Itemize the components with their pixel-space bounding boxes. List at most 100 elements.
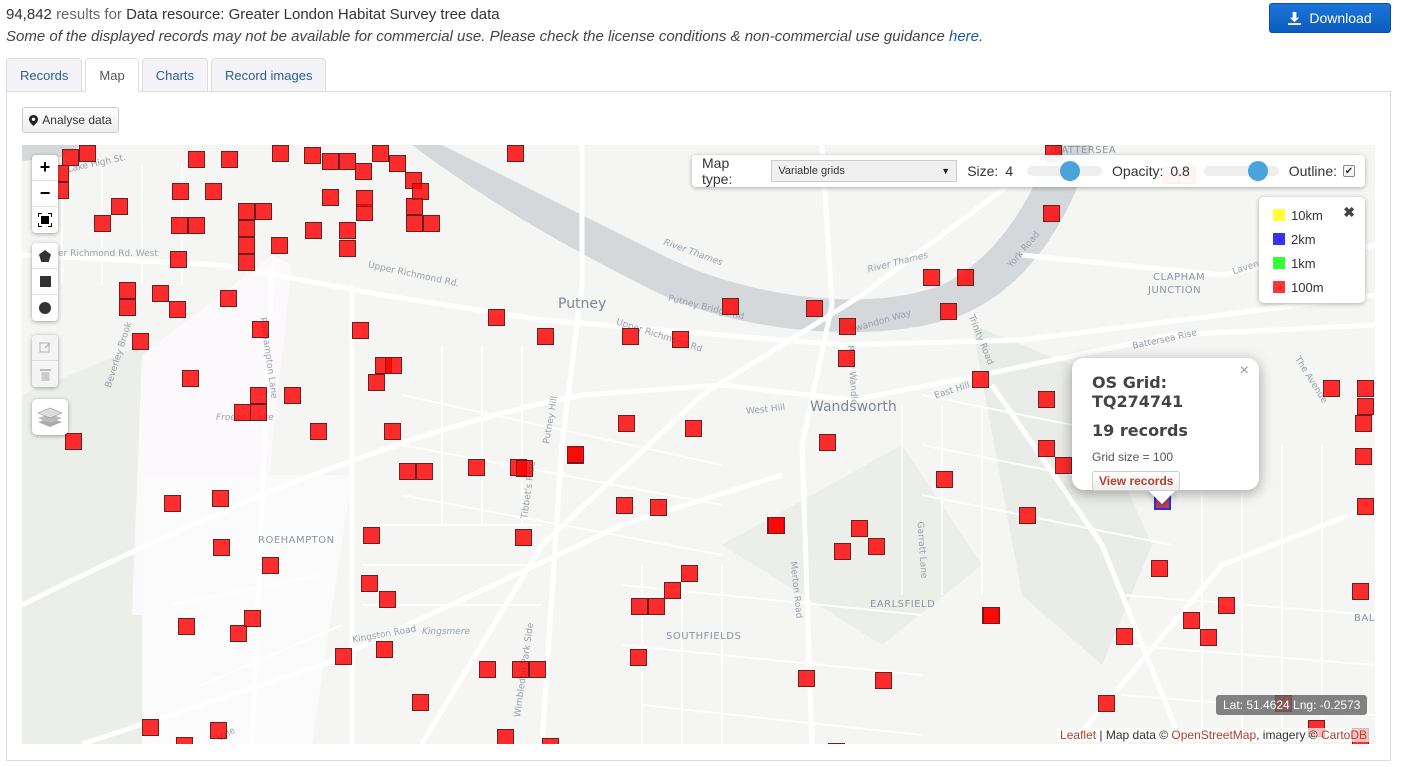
grid-cell-100m[interactable] [1019,507,1036,524]
grid-cell-100m[interactable] [650,499,667,516]
grid-cell-100m[interactable] [339,222,356,239]
grid-cell-100m[interactable] [170,251,187,268]
grid-cell-100m[interactable] [1352,583,1369,600]
grid-cell-100m[interactable] [1355,415,1372,432]
grid-cell-100m[interactable] [164,495,181,512]
grid-cell-100m[interactable] [384,423,401,440]
draw-polygon-button[interactable] [32,243,58,269]
grid-cell-100m[interactable] [648,598,665,615]
grid-cell-100m[interactable] [488,309,505,326]
view-records-button[interactable]: View records [1092,471,1181,491]
grid-cell-100m[interactable] [188,151,205,168]
grid-cell-100m[interactable] [244,610,261,627]
popup-close-icon[interactable]: × [1240,362,1249,380]
grid-cell-100m[interactable] [622,328,639,345]
grid-cell-100m[interactable] [322,189,339,206]
grid-cell-100m[interactable] [304,147,321,164]
grid-cell-100m[interactable] [412,694,429,711]
grid-cell-100m[interactable] [62,149,79,166]
zoom-out-button[interactable]: − [32,181,58,207]
grid-cell-100m[interactable] [172,183,189,200]
grid-cell-100m[interactable] [132,333,149,350]
grid-cell-100m[interactable] [111,198,128,215]
grid-cell-100m[interactable] [238,203,255,220]
leaflet-link[interactable]: Leaflet [1060,728,1096,742]
grid-cell-100m[interactable] [356,190,373,207]
grid-cell-100m[interactable] [940,303,957,320]
grid-cell-100m[interactable] [65,433,82,450]
grid-cell-100m[interactable] [1038,391,1055,408]
grid-cell-100m[interactable] [238,237,255,254]
grid-cell-100m[interactable] [171,217,188,234]
grid-cell-100m[interactable] [176,737,193,744]
grid-cell-100m[interactable] [838,350,855,367]
grid-cell-100m[interactable] [79,145,96,162]
grid-cell-100m[interactable] [507,145,524,162]
draw-rectangle-button[interactable] [32,269,58,295]
grid-cell-100m[interactable] [868,538,885,555]
grid-cell-100m[interactable] [798,670,815,687]
grid-cell-100m[interactable] [542,738,559,744]
grid-cell-100m[interactable] [230,625,247,642]
grid-cell-100m[interactable] [1218,597,1235,614]
grid-cell-100m[interactable] [213,539,230,556]
grid-cell-100m[interactable] [188,217,205,234]
grid-cell-100m[interactable] [322,153,339,170]
grid-cell-100m[interactable] [1357,380,1374,397]
grid-cell-100m[interactable] [119,299,136,316]
grid-cell-100m[interactable] [722,298,739,315]
grid-cell-100m[interactable] [1357,398,1374,415]
grid-cell-100m[interactable] [768,517,785,534]
grid-cell-100m[interactable] [664,582,681,599]
size-slider-handle[interactable] [1060,161,1081,181]
grid-cell-100m[interactable] [250,404,267,421]
opacity-slider-handle[interactable] [1247,161,1268,181]
fullscreen-button[interactable] [32,207,58,233]
grid-cell-100m[interactable] [1357,498,1374,515]
grid-cell-100m[interactable] [221,151,238,168]
tab-records[interactable]: Records [6,58,83,91]
grid-cell-100m[interactable] [1355,448,1372,465]
grid-cell-100m[interactable] [681,565,698,582]
map-canvas[interactable]: Lake High St. Upper Richmond Rd. West Up… [22,145,1375,744]
grid-cell-100m[interactable] [182,370,199,387]
grid-cell-100m[interactable] [339,240,356,257]
grid-cell-100m[interactable] [1200,629,1217,646]
grid-cell-100m[interactable] [406,215,423,232]
grid-cell-100m[interactable] [238,254,255,271]
grid-cell-100m[interactable] [284,387,301,404]
grid-cell-100m[interactable] [250,387,267,404]
grid-cell-100m[interactable] [271,237,288,254]
grid-cell-100m[interactable] [310,423,327,440]
grid-cell-100m[interactable] [142,719,159,736]
grid-cell-100m[interactable] [828,743,845,744]
grid-cell-100m[interactable] [212,490,229,507]
tab-charts[interactable]: Charts [141,58,209,91]
grid-cell-100m[interactable] [672,331,689,348]
analyse-data-button[interactable]: Analyse data [22,107,119,133]
download-button[interactable]: Download [1269,3,1391,33]
grid-cell-100m[interactable] [685,420,702,437]
grid-cell-100m[interactable] [210,722,227,739]
close-icon[interactable]: ✖ [1343,204,1355,221]
grid-cell-100m[interactable] [262,557,279,574]
grid-cell-100m[interactable] [516,460,533,477]
grid-cell-100m[interactable] [1183,612,1200,629]
tab-map[interactable]: Map [85,58,139,92]
grid-cell-100m[interactable] [1038,440,1055,457]
grid-cell-100m[interactable] [355,163,372,180]
cartodb-link[interactable]: CartoDB [1321,728,1367,742]
grid-cell-100m[interactable] [406,198,423,215]
grid-cell-100m[interactable] [335,648,352,665]
grid-cell-100m[interactable] [220,290,237,307]
map-type-select[interactable]: Variable grids ▼ [771,160,958,182]
grid-cell-100m[interactable] [416,463,433,480]
grid-cell-100m[interactable] [361,575,378,592]
grid-cell-100m[interactable] [468,459,485,476]
grid-cell-100m[interactable] [630,649,647,666]
grid-cell-100m[interactable] [806,300,823,317]
grid-cell-100m[interactable] [515,529,532,546]
grid-cell-100m[interactable] [512,661,529,678]
edit-layers-button[interactable] [32,335,58,361]
grid-cell-100m[interactable] [1043,205,1060,222]
